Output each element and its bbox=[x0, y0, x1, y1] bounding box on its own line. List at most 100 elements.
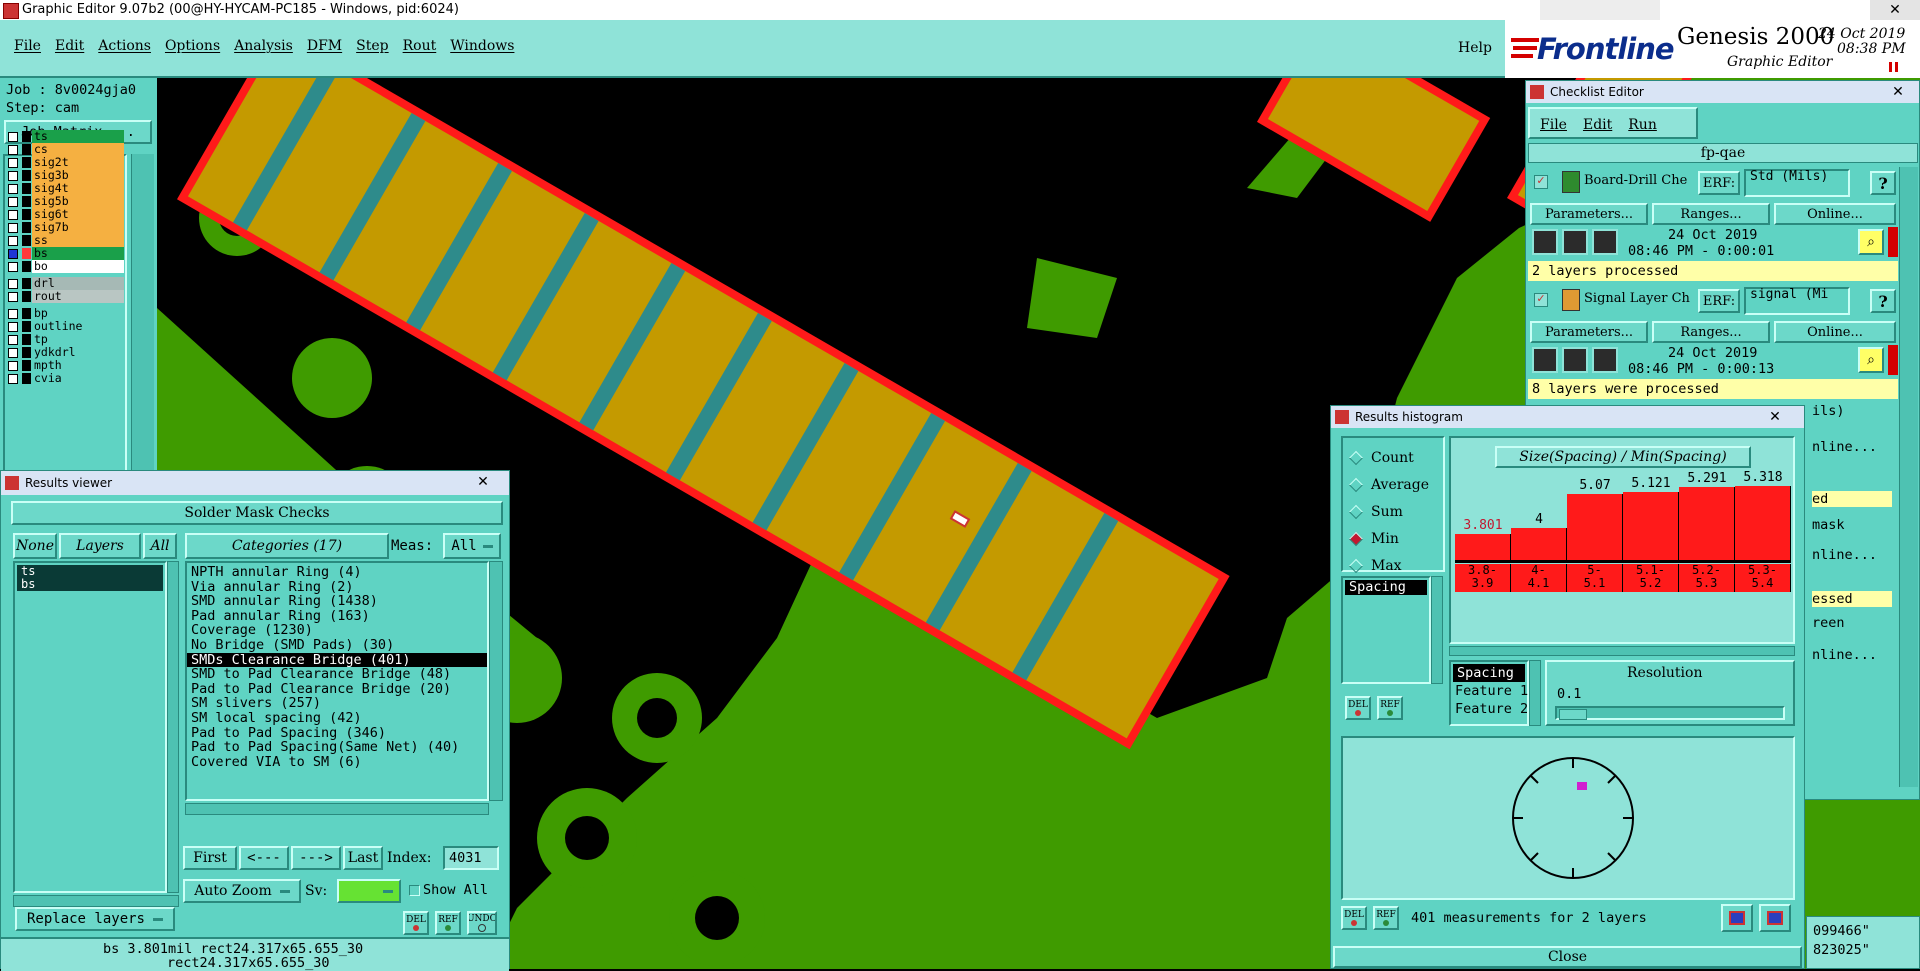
layer-result-hscroll[interactable] bbox=[13, 895, 179, 907]
measure-item[interactable]: Spacing bbox=[1345, 580, 1427, 595]
checklist-menu-edit[interactable]: Edit bbox=[1583, 117, 1612, 133]
all-button[interactable]: All bbox=[143, 533, 177, 559]
sort-item[interactable]: Spacing bbox=[1453, 664, 1525, 682]
index-input[interactable]: 4031 bbox=[443, 846, 499, 870]
category-item[interactable]: NPTH annular Ring (4) bbox=[187, 565, 487, 580]
sort-item[interactable]: Feature 1 bbox=[1451, 682, 1528, 700]
layer-checkbox[interactable] bbox=[8, 322, 18, 332]
layer-checkbox[interactable] bbox=[8, 309, 18, 319]
layer-checkbox[interactable] bbox=[8, 335, 18, 345]
results-viewer-close-button[interactable]: ✕ bbox=[465, 473, 501, 491]
category-item[interactable]: SMD to Pad Clearance Bridge (48) bbox=[187, 667, 487, 682]
run-all-icon[interactable] bbox=[1562, 229, 1588, 255]
first-button[interactable]: First bbox=[183, 846, 237, 870]
hist-del-button[interactable]: DEL bbox=[1345, 696, 1371, 720]
menu-help[interactable]: Help bbox=[1458, 40, 1492, 56]
next-button[interactable]: ---> bbox=[291, 846, 341, 870]
search-button[interactable]: ? bbox=[1870, 289, 1896, 313]
menu-dfm[interactable]: DFM bbox=[307, 38, 342, 54]
del-button[interactable]: DEL bbox=[403, 911, 429, 935]
measure-scrollbar[interactable] bbox=[1431, 576, 1443, 684]
layer-checkbox[interactable] bbox=[8, 236, 18, 246]
radio-icon[interactable] bbox=[1348, 531, 1364, 546]
layer-checkbox[interactable] bbox=[8, 223, 18, 233]
parameters-button[interactable]: Parameters... bbox=[1530, 203, 1648, 225]
ranges-button[interactable]: Ranges... bbox=[1652, 321, 1770, 343]
category-item[interactable]: SMDs Clearance Bridge (401) bbox=[187, 652, 487, 668]
layer-swatch[interactable] bbox=[22, 131, 31, 142]
prev-button[interactable]: <--- bbox=[239, 846, 289, 870]
layer-swatch[interactable] bbox=[22, 308, 31, 319]
mode-radio-max[interactable]: Max bbox=[1348, 552, 1443, 579]
menu-file[interactable]: File bbox=[14, 38, 41, 54]
layer-row-ydkdrl[interactable]: ydkdrl bbox=[0, 346, 128, 359]
layer-result-list[interactable]: ts bs bbox=[13, 561, 167, 893]
radio-icon[interactable] bbox=[1348, 504, 1364, 519]
layer-swatch[interactable] bbox=[22, 373, 31, 384]
sort-item[interactable]: Feature 2 bbox=[1451, 700, 1528, 718]
checklist-scrollbar[interactable] bbox=[1899, 167, 1918, 787]
minimize-button[interactable] bbox=[1540, 0, 1660, 20]
layer-swatch[interactable] bbox=[22, 278, 31, 289]
layer-checkbox[interactable] bbox=[8, 279, 18, 289]
layer-checkbox[interactable] bbox=[8, 184, 18, 194]
checklist-menu-run[interactable]: Run bbox=[1628, 117, 1657, 133]
erf-button[interactable]: ERF: bbox=[1698, 289, 1740, 313]
export-button[interactable] bbox=[1721, 904, 1753, 932]
layer-swatch[interactable] bbox=[22, 360, 31, 371]
layer-swatch[interactable] bbox=[22, 144, 31, 155]
sort-list[interactable]: Spacing Feature 1 Feature 2 bbox=[1449, 660, 1529, 726]
radio-icon[interactable] bbox=[1348, 450, 1364, 465]
category-item[interactable]: Pad to Pad Spacing(Same Net) (40) bbox=[187, 740, 487, 755]
ranges-button[interactable]: Ranges... bbox=[1652, 203, 1770, 225]
histogram-bar[interactable] bbox=[1511, 528, 1567, 560]
category-item[interactable]: Pad annular Ring (163) bbox=[187, 609, 487, 624]
run-all-icon[interactable] bbox=[1562, 347, 1588, 373]
category-item[interactable]: Pad to Pad Clearance Bridge (20) bbox=[187, 682, 487, 697]
menu-windows[interactable]: Windows bbox=[450, 38, 514, 54]
hist-ref-button-2[interactable]: REF bbox=[1373, 906, 1399, 930]
layer-row-cvia[interactable]: cvia bbox=[0, 372, 128, 385]
layer-checkbox[interactable] bbox=[8, 197, 18, 207]
categories-button[interactable]: Categories (17) bbox=[185, 533, 389, 559]
category-item[interactable]: Via annular Ring (2) bbox=[187, 579, 487, 595]
item-checkbox[interactable]: ✓ bbox=[1534, 175, 1548, 189]
histogram-bar[interactable] bbox=[1623, 492, 1679, 560]
histogram-bar[interactable] bbox=[1567, 493, 1623, 560]
erf-button[interactable]: ERF: bbox=[1698, 171, 1740, 195]
online-button[interactable]: Online... bbox=[1774, 203, 1896, 225]
layer-row-outline[interactable]: outline bbox=[0, 320, 128, 333]
layer-name[interactable]: cvia bbox=[32, 372, 124, 385]
show-all-checkbox[interactable] bbox=[409, 885, 420, 896]
category-item[interactable]: SM slivers (257) bbox=[187, 696, 487, 711]
layers-button[interactable]: Layers bbox=[59, 533, 141, 559]
histogram-close-x-button[interactable]: ✕ bbox=[1757, 408, 1793, 426]
chart-hscroll[interactable] bbox=[1449, 646, 1795, 656]
layer-checkbox[interactable] bbox=[8, 145, 18, 155]
layer-checkbox[interactable] bbox=[8, 361, 18, 371]
close-window-button[interactable]: ✕ bbox=[1870, 0, 1920, 20]
zoom-icon[interactable]: ⌕ bbox=[1858, 229, 1884, 255]
auto-zoom-select[interactable]: Auto Zoom bbox=[183, 879, 301, 903]
layer-swatch[interactable] bbox=[22, 248, 31, 259]
layer-swatch[interactable] bbox=[22, 261, 31, 272]
online-button[interactable]: Online... bbox=[1774, 321, 1896, 343]
layer-swatch[interactable] bbox=[22, 170, 31, 181]
radio-icon[interactable] bbox=[1348, 477, 1364, 492]
mode-radio-min[interactable]: Min bbox=[1348, 525, 1443, 552]
undo-button[interactable]: UNDO bbox=[467, 911, 497, 935]
run-icon[interactable] bbox=[1532, 229, 1558, 255]
layer-checkbox[interactable] bbox=[8, 210, 18, 220]
mode-radio-sum[interactable]: Sum bbox=[1348, 498, 1443, 525]
result-layer-item[interactable]: ts bbox=[17, 565, 163, 578]
result-layer-item[interactable]: bs bbox=[17, 578, 163, 591]
sort-scrollbar[interactable] bbox=[1529, 660, 1541, 726]
layer-name[interactable]: rout bbox=[32, 290, 124, 303]
menu-rout[interactable]: Rout bbox=[403, 38, 437, 54]
layer-swatch[interactable] bbox=[22, 196, 31, 207]
histogram-bar[interactable] bbox=[1735, 485, 1791, 560]
resolution-slider[interactable] bbox=[1555, 706, 1785, 720]
layer-swatch[interactable] bbox=[22, 235, 31, 246]
histogram-bar[interactable] bbox=[1679, 486, 1735, 560]
layer-row-bs[interactable]: bs bbox=[0, 247, 128, 260]
